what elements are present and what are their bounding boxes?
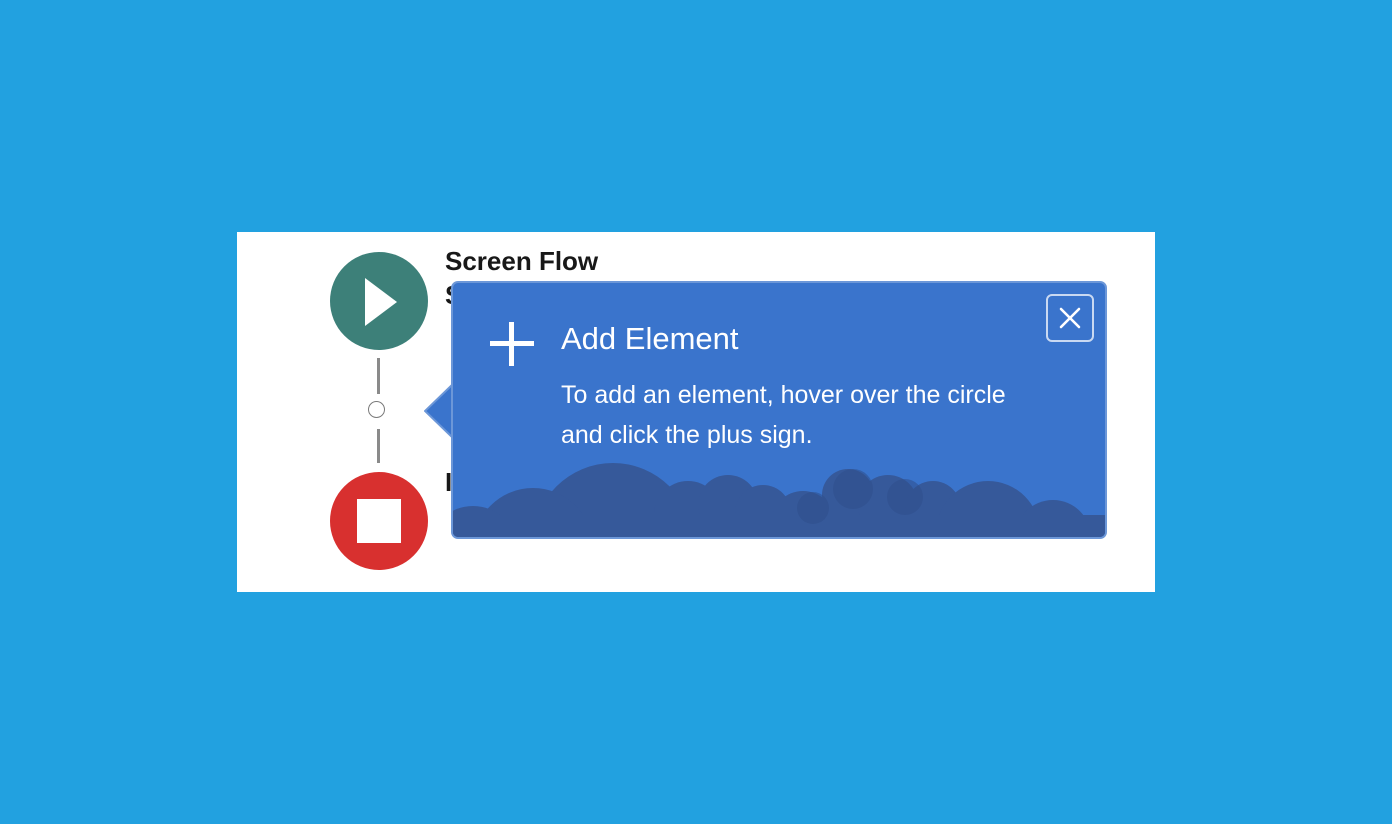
add-element-circle[interactable] — [368, 401, 385, 418]
start-node[interactable] — [330, 252, 428, 350]
connector-line-bottom — [377, 429, 380, 463]
connector-line-top — [377, 358, 380, 394]
plus-icon — [490, 322, 534, 366]
popover-heading: Add Element — [561, 321, 739, 356]
close-button[interactable] — [1046, 294, 1094, 342]
add-element-popover: Add Element To add an element, hover ove… — [451, 281, 1107, 539]
popover-body: To add an element, hover over the circle… — [561, 381, 1006, 449]
flow-title: Screen Flow — [445, 246, 599, 276]
play-icon — [365, 278, 397, 326]
stop-icon — [357, 499, 401, 543]
close-icon — [1059, 307, 1081, 329]
end-node[interactable] — [330, 472, 428, 570]
